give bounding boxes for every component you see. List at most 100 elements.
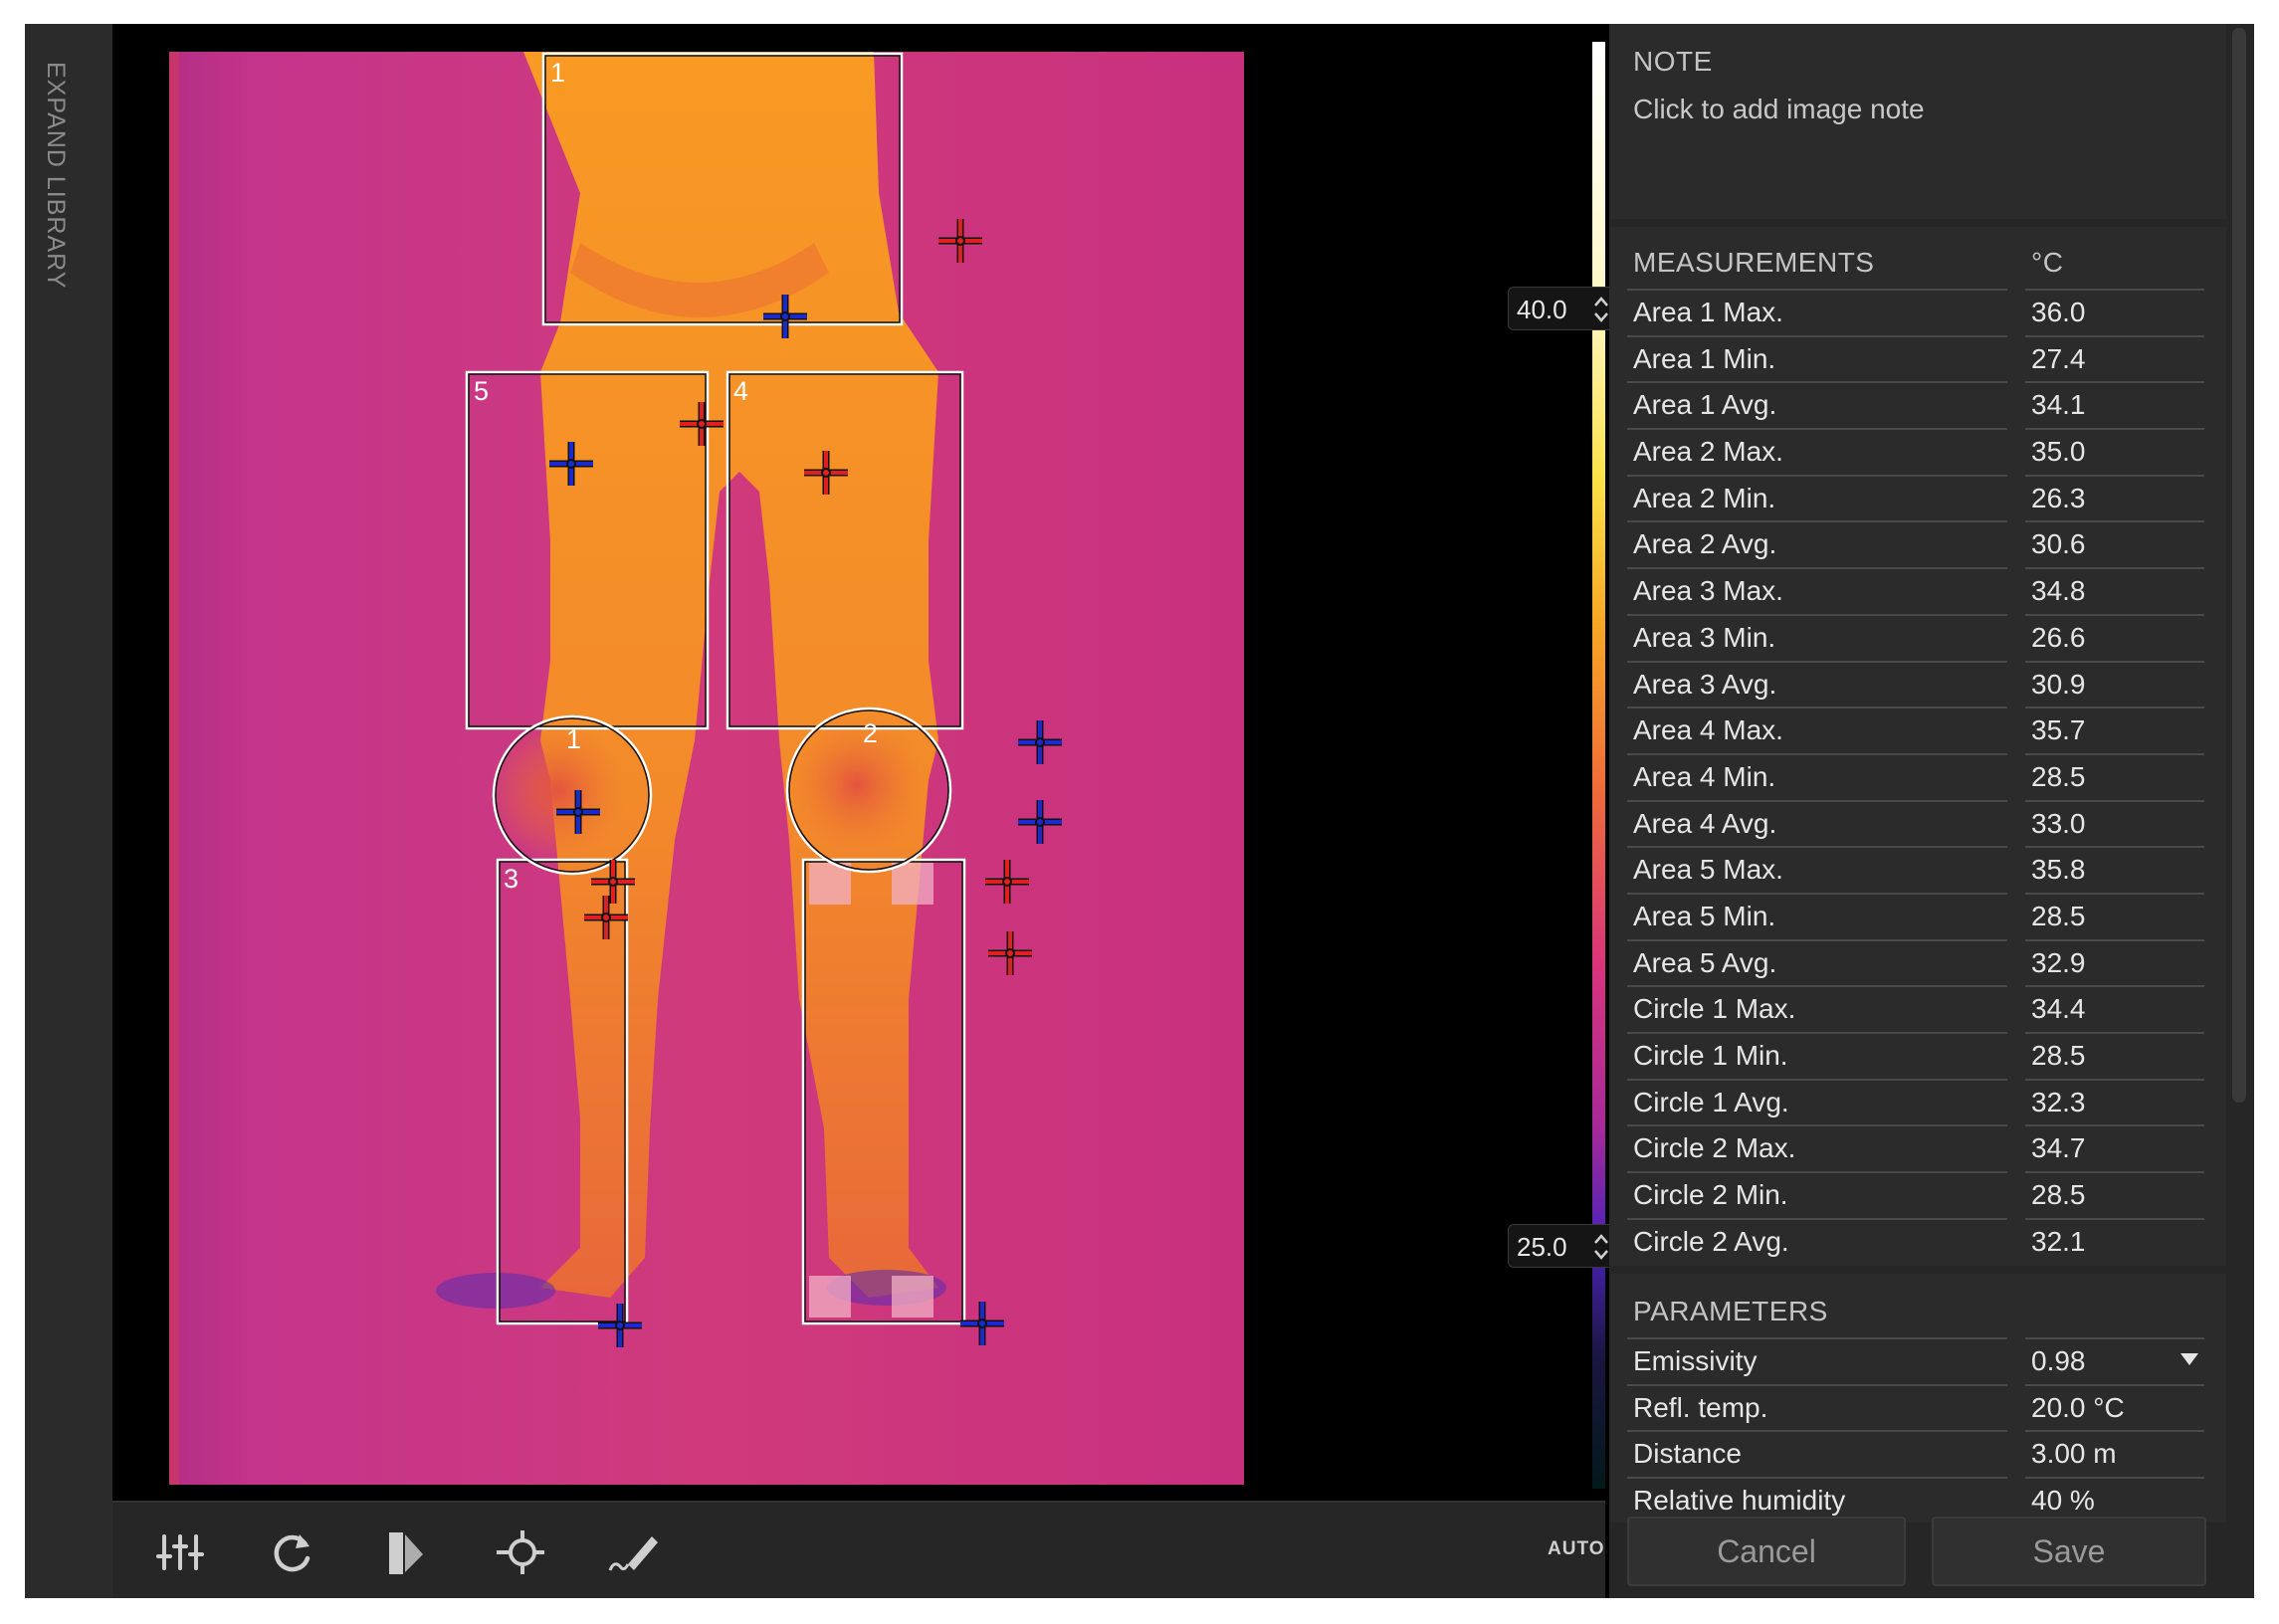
- measurement-row: Area 5 Min. 28.5: [1627, 892, 2204, 939]
- measurement-row: Circle 2 Min. 28.5: [1627, 1171, 2204, 1218]
- measurement-value: 35.8: [2031, 854, 2086, 886]
- adjust-sliders-icon[interactable]: [152, 1524, 208, 1580]
- save-button[interactable]: Save: [1932, 1517, 2206, 1586]
- measurement-row: Area 2 Avg. 30.6: [1627, 520, 2204, 567]
- measurement-label: Area 1 Min.: [1633, 342, 1776, 374]
- parameters-table: Emissivity 0.98 Refl. temp. 20.0 °C Distance…: [1627, 1337, 2204, 1522]
- measurement-label: Circle 1 Avg.: [1633, 1086, 1789, 1117]
- image-toolbar: AUTO: [112, 1501, 1605, 1598]
- measurement-value: 35.0: [2031, 436, 2086, 468]
- measurement-label: Area 1 Max.: [1633, 297, 1783, 327]
- parameter-value[interactable]: 3.00 m: [2031, 1438, 2117, 1470]
- scale-min-input[interactable]: 25.0: [1508, 1224, 1619, 1268]
- measurement-value: 26.6: [2031, 621, 2086, 653]
- measurement-value: 28.5: [2031, 1179, 2086, 1211]
- area-5-label: 5: [474, 376, 489, 406]
- measurement-value: 32.1: [2031, 1225, 2086, 1257]
- measurement-value: 34.8: [2031, 575, 2086, 607]
- measurement-label: Circle 2 Max.: [1633, 1132, 1796, 1164]
- measurement-value: 34.1: [2031, 389, 2086, 421]
- measurement-value: 32.3: [2031, 1086, 2086, 1117]
- measurement-value: 26.3: [2031, 482, 2086, 513]
- parameter-label: Distance: [1633, 1438, 1742, 1470]
- measurement-label: Area 3 Min.: [1633, 621, 1776, 653]
- expand-library-label[interactable]: EXPAND LIBRARY: [41, 62, 70, 289]
- note-title: NOTE: [1633, 46, 1713, 77]
- measurement-label: Circle 2 Avg.: [1633, 1225, 1789, 1257]
- scale-min-value: 25.0: [1517, 1232, 1567, 1262]
- measurement-label: Area 5 Avg.: [1633, 946, 1777, 978]
- measurement-label: Area 5 Min.: [1633, 900, 1776, 931]
- parameter-row[interactable]: Emissivity 0.98: [1627, 1337, 2204, 1384]
- measurements-unit: °C: [2031, 247, 2064, 278]
- parameters-title: PARAMETERS: [1633, 1296, 1828, 1326]
- thermal-image-editor: EXPAND LIBRARY 1 5 4 3 1 2 40.0 25.0 AUT…: [25, 24, 2254, 1598]
- measurement-row: Area 1 Max. 36.0: [1627, 289, 2204, 335]
- measurement-label: Area 3 Max.: [1633, 575, 1783, 607]
- auto-scale-toggle[interactable]: AUTO: [1548, 1538, 1604, 1560]
- measurement-label: Circle 2 Min.: [1633, 1179, 1788, 1211]
- measurement-value: 36.0: [2031, 297, 2086, 327]
- measurement-label: Area 1 Avg.: [1633, 389, 1777, 421]
- measurement-row: Circle 2 Avg. 32.1: [1627, 1217, 2204, 1265]
- measurement-row: Area 4 Avg. 33.0: [1627, 799, 2204, 847]
- measurement-row: Area 3 Avg. 30.9: [1627, 660, 2204, 708]
- image-note-field[interactable]: Click to add image note: [1633, 94, 1925, 125]
- measurement-label: Circle 1 Min.: [1633, 1040, 1788, 1071]
- measurement-label: Area 2 Min.: [1633, 482, 1776, 513]
- measurement-label: Circle 1 Max.: [1633, 993, 1796, 1025]
- measurement-row: Area 3 Min. 26.6: [1627, 613, 2204, 661]
- measurement-row: Circle 2 Max. 34.7: [1627, 1124, 2204, 1171]
- measurement-value: 34.7: [2031, 1132, 2086, 1164]
- measurements-panel: MEASUREMENTS °C Area 1 Max. 36.0 Area 1 Mi…: [1609, 227, 2226, 1266]
- measurement-label: Area 5 Max.: [1633, 854, 1783, 886]
- measurement-label: Area 4 Min.: [1633, 760, 1776, 792]
- parameter-row[interactable]: Distance 3.00 m: [1627, 1430, 2204, 1477]
- scale-max-input[interactable]: 40.0: [1508, 287, 1619, 330]
- measurement-row: Area 5 Max. 35.8: [1627, 846, 2204, 893]
- area-4-label: 4: [733, 376, 748, 406]
- rotate-icon[interactable]: [264, 1524, 319, 1580]
- image-viewer: 1 5 4 3 1 2 40.0 25.0: [112, 24, 1619, 1501]
- measurement-label: Area 2 Max.: [1633, 436, 1783, 468]
- measurement-row: Area 4 Min. 28.5: [1627, 752, 2204, 800]
- measurement-label: Area 4 Max.: [1633, 714, 1783, 746]
- note-panel[interactable]: NOTE Click to add image note: [1609, 24, 2226, 219]
- measurement-value: 28.5: [2031, 900, 2086, 931]
- palette-icon[interactable]: [379, 1524, 435, 1580]
- measurement-row: Area 1 Min. 27.4: [1627, 334, 2204, 382]
- measurement-value: 30.6: [2031, 528, 2086, 560]
- details-sidebar: NOTE Click to add image note MEASUREMENT…: [1609, 24, 2254, 1598]
- scale-max-value: 40.0: [1517, 295, 1567, 324]
- measurement-value: 28.5: [2031, 760, 2086, 792]
- parameter-value[interactable]: 20.0 °C: [2031, 1392, 2125, 1424]
- measurement-row: Area 2 Min. 26.3: [1627, 474, 2204, 521]
- measurement-label: Area 4 Avg.: [1633, 807, 1777, 839]
- circle-2-label: 2: [863, 718, 878, 748]
- measurement-row: Area 3 Max. 34.8: [1627, 567, 2204, 614]
- measurement-value: 35.7: [2031, 714, 2086, 746]
- measure-target-icon[interactable]: [493, 1524, 548, 1580]
- parameter-value[interactable]: 40 %: [2031, 1485, 2095, 1517]
- thermal-image-canvas[interactable]: 1 5 4 3 1 2: [112, 24, 1605, 1501]
- annotate-pen-icon[interactable]: [606, 1524, 662, 1580]
- parameter-label: Refl. temp.: [1633, 1391, 1768, 1423]
- measurement-row: Circle 1 Min. 28.5: [1627, 1032, 2204, 1079]
- parameter-value[interactable]: 0.98: [2031, 1345, 2086, 1377]
- measurements-scrollbar[interactable]: [2232, 28, 2246, 1103]
- thermal-photo: [169, 52, 1244, 1485]
- cancel-button[interactable]: Cancel: [1627, 1517, 1906, 1586]
- area-1-label: 1: [550, 58, 565, 88]
- parameters-panel: PARAMETERS Emissivity 0.98 Refl. temp. 20.0…: [1609, 1274, 2226, 1522]
- dropdown-arrow-icon[interactable]: [2180, 1353, 2198, 1365]
- measurement-value: 34.4: [2031, 993, 2086, 1025]
- measurement-value: 32.9: [2031, 946, 2086, 978]
- measurements-title: MEASUREMENTS: [1633, 247, 1875, 278]
- circle-1-label: 1: [566, 724, 581, 754]
- parameter-row[interactable]: Refl. temp. 20.0 °C: [1627, 1383, 2204, 1431]
- measurement-row: Circle 1 Max. 34.4: [1627, 985, 2204, 1032]
- measurement-value: 30.9: [2031, 668, 2086, 700]
- measurement-label: Area 2 Avg.: [1633, 528, 1777, 560]
- measurement-value: 27.4: [2031, 342, 2086, 374]
- library-sidebar[interactable]: EXPAND LIBRARY: [25, 24, 112, 1598]
